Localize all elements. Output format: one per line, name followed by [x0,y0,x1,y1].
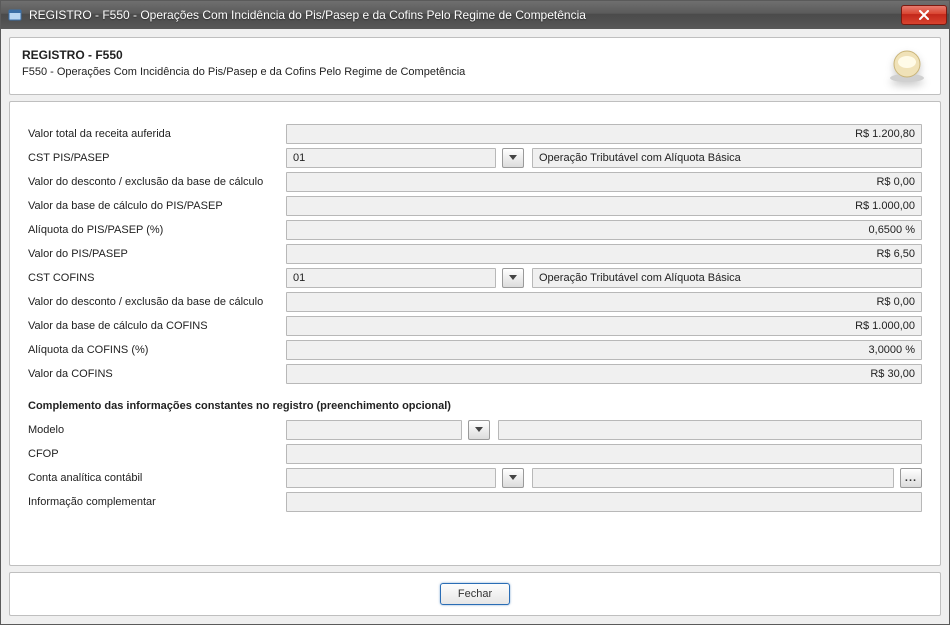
field-val-cofins[interactable]: R$ 30,00 [286,364,922,384]
label-aliq-pis: Alíquota do PIS/PASEP (%) [28,224,286,236]
row-receita: Valor total da receita auferida R$ 1.200… [28,122,922,146]
row-info: Informação complementar [28,490,922,514]
header-logo-icon [886,48,928,84]
label-desc-pis: Valor do desconto / exclusão da base de … [28,176,286,188]
row-cst-pis: CST PIS/PASEP 01 Operação Tributável com… [28,146,922,170]
row-val-pis: Valor do PIS/PASEP R$ 6,50 [28,242,922,266]
field-base-pis[interactable]: R$ 1.000,00 [286,196,922,216]
field-aliq-cofins[interactable]: 3,0000 % [286,340,922,360]
header-subtitle: F550 - Operações Com Incidência do Pis/P… [22,66,886,78]
row-desc-pis: Valor do desconto / exclusão da base de … [28,170,922,194]
label-base-pis: Valor da base de cálculo do PIS/PASEP [28,200,286,212]
field-cfop[interactable] [286,444,922,464]
section-complemento-title: Complemento das informações constantes n… [28,400,922,412]
row-cst-cofins: CST COFINS 01 Operação Tributável com Al… [28,266,922,290]
field-cst-pis-desc: Operação Tributável com Alíquota Básica [532,148,922,168]
app-icon [7,7,23,23]
row-modelo: Modelo [28,418,922,442]
window-frame: REGISTRO - F550 - Operações Com Incidênc… [0,0,950,625]
dropdown-conta[interactable] [502,468,524,488]
footer-panel: Fechar [9,572,941,616]
field-cst-cofins-desc: Operação Tributável com Alíquota Básica [532,268,922,288]
row-base-pis: Valor da base de cálculo do PIS/PASEP R$… [28,194,922,218]
field-info[interactable] [286,492,922,512]
chevron-down-icon [509,155,517,161]
field-aliq-pis[interactable]: 0,6500 % [286,220,922,240]
chevron-down-icon [509,275,517,281]
label-cst-pis: CST PIS/PASEP [28,152,286,164]
header-panel: REGISTRO - F550 F550 - Operações Com Inc… [9,37,941,95]
label-aliq-cofins: Alíquota da COFINS (%) [28,344,286,356]
field-base-cofins[interactable]: R$ 1.000,00 [286,316,922,336]
label-val-cofins: Valor da COFINS [28,368,286,380]
field-desc-cofins[interactable]: R$ 0,00 [286,292,922,312]
label-cfop: CFOP [28,448,286,460]
field-cst-cofins-code[interactable]: 01 [286,268,496,288]
label-cst-cofins: CST COFINS [28,272,286,284]
dropdown-cst-cofins[interactable] [502,268,524,288]
header-title: REGISTRO - F550 [22,48,886,62]
row-aliq-pis: Alíquota do PIS/PASEP (%) 0,6500 % [28,218,922,242]
header-text: REGISTRO - F550 F550 - Operações Com Inc… [22,48,886,78]
row-desc-cofins: Valor do desconto / exclusão da base de … [28,290,922,314]
titlebar: REGISTRO - F550 - Operações Com Incidênc… [1,1,949,29]
row-conta: Conta analítica contábil ... [28,466,922,490]
field-modelo-desc [498,420,922,440]
dropdown-modelo[interactable] [468,420,490,440]
label-modelo: Modelo [28,424,286,436]
label-info: Informação complementar [28,496,286,508]
field-val-pis[interactable]: R$ 6,50 [286,244,922,264]
row-cfop: CFOP [28,442,922,466]
chevron-down-icon [475,427,483,433]
label-base-cofins: Valor da base de cálculo da COFINS [28,320,286,332]
chevron-down-icon [509,475,517,481]
label-conta: Conta analítica contábil [28,472,286,484]
label-receita: Valor total da receita auferida [28,128,286,140]
fechar-button[interactable]: Fechar [440,583,510,605]
dropdown-cst-pis[interactable] [502,148,524,168]
row-aliq-cofins: Alíquota da COFINS (%) 3,0000 % [28,338,922,362]
field-cst-pis-code[interactable]: 01 [286,148,496,168]
close-icon [918,10,930,20]
field-conta-code[interactable] [286,468,496,488]
field-receita[interactable]: R$ 1.200,80 [286,124,922,144]
field-conta-desc [532,468,894,488]
browse-conta-button[interactable]: ... [900,468,922,488]
label-desc-cofins: Valor do desconto / exclusão da base de … [28,296,286,308]
field-desc-pis[interactable]: R$ 0,00 [286,172,922,192]
row-base-cofins: Valor da base de cálculo da COFINS R$ 1.… [28,314,922,338]
field-modelo-code[interactable] [286,420,462,440]
close-button[interactable] [901,5,947,25]
window-title: REGISTRO - F550 - Operações Com Incidênc… [29,8,901,22]
window-body: REGISTRO - F550 F550 - Operações Com Inc… [1,29,949,624]
form-panel: Valor total da receita auferida R$ 1.200… [9,101,941,566]
row-val-cofins: Valor da COFINS R$ 30,00 [28,362,922,386]
label-val-pis: Valor do PIS/PASEP [28,248,286,260]
